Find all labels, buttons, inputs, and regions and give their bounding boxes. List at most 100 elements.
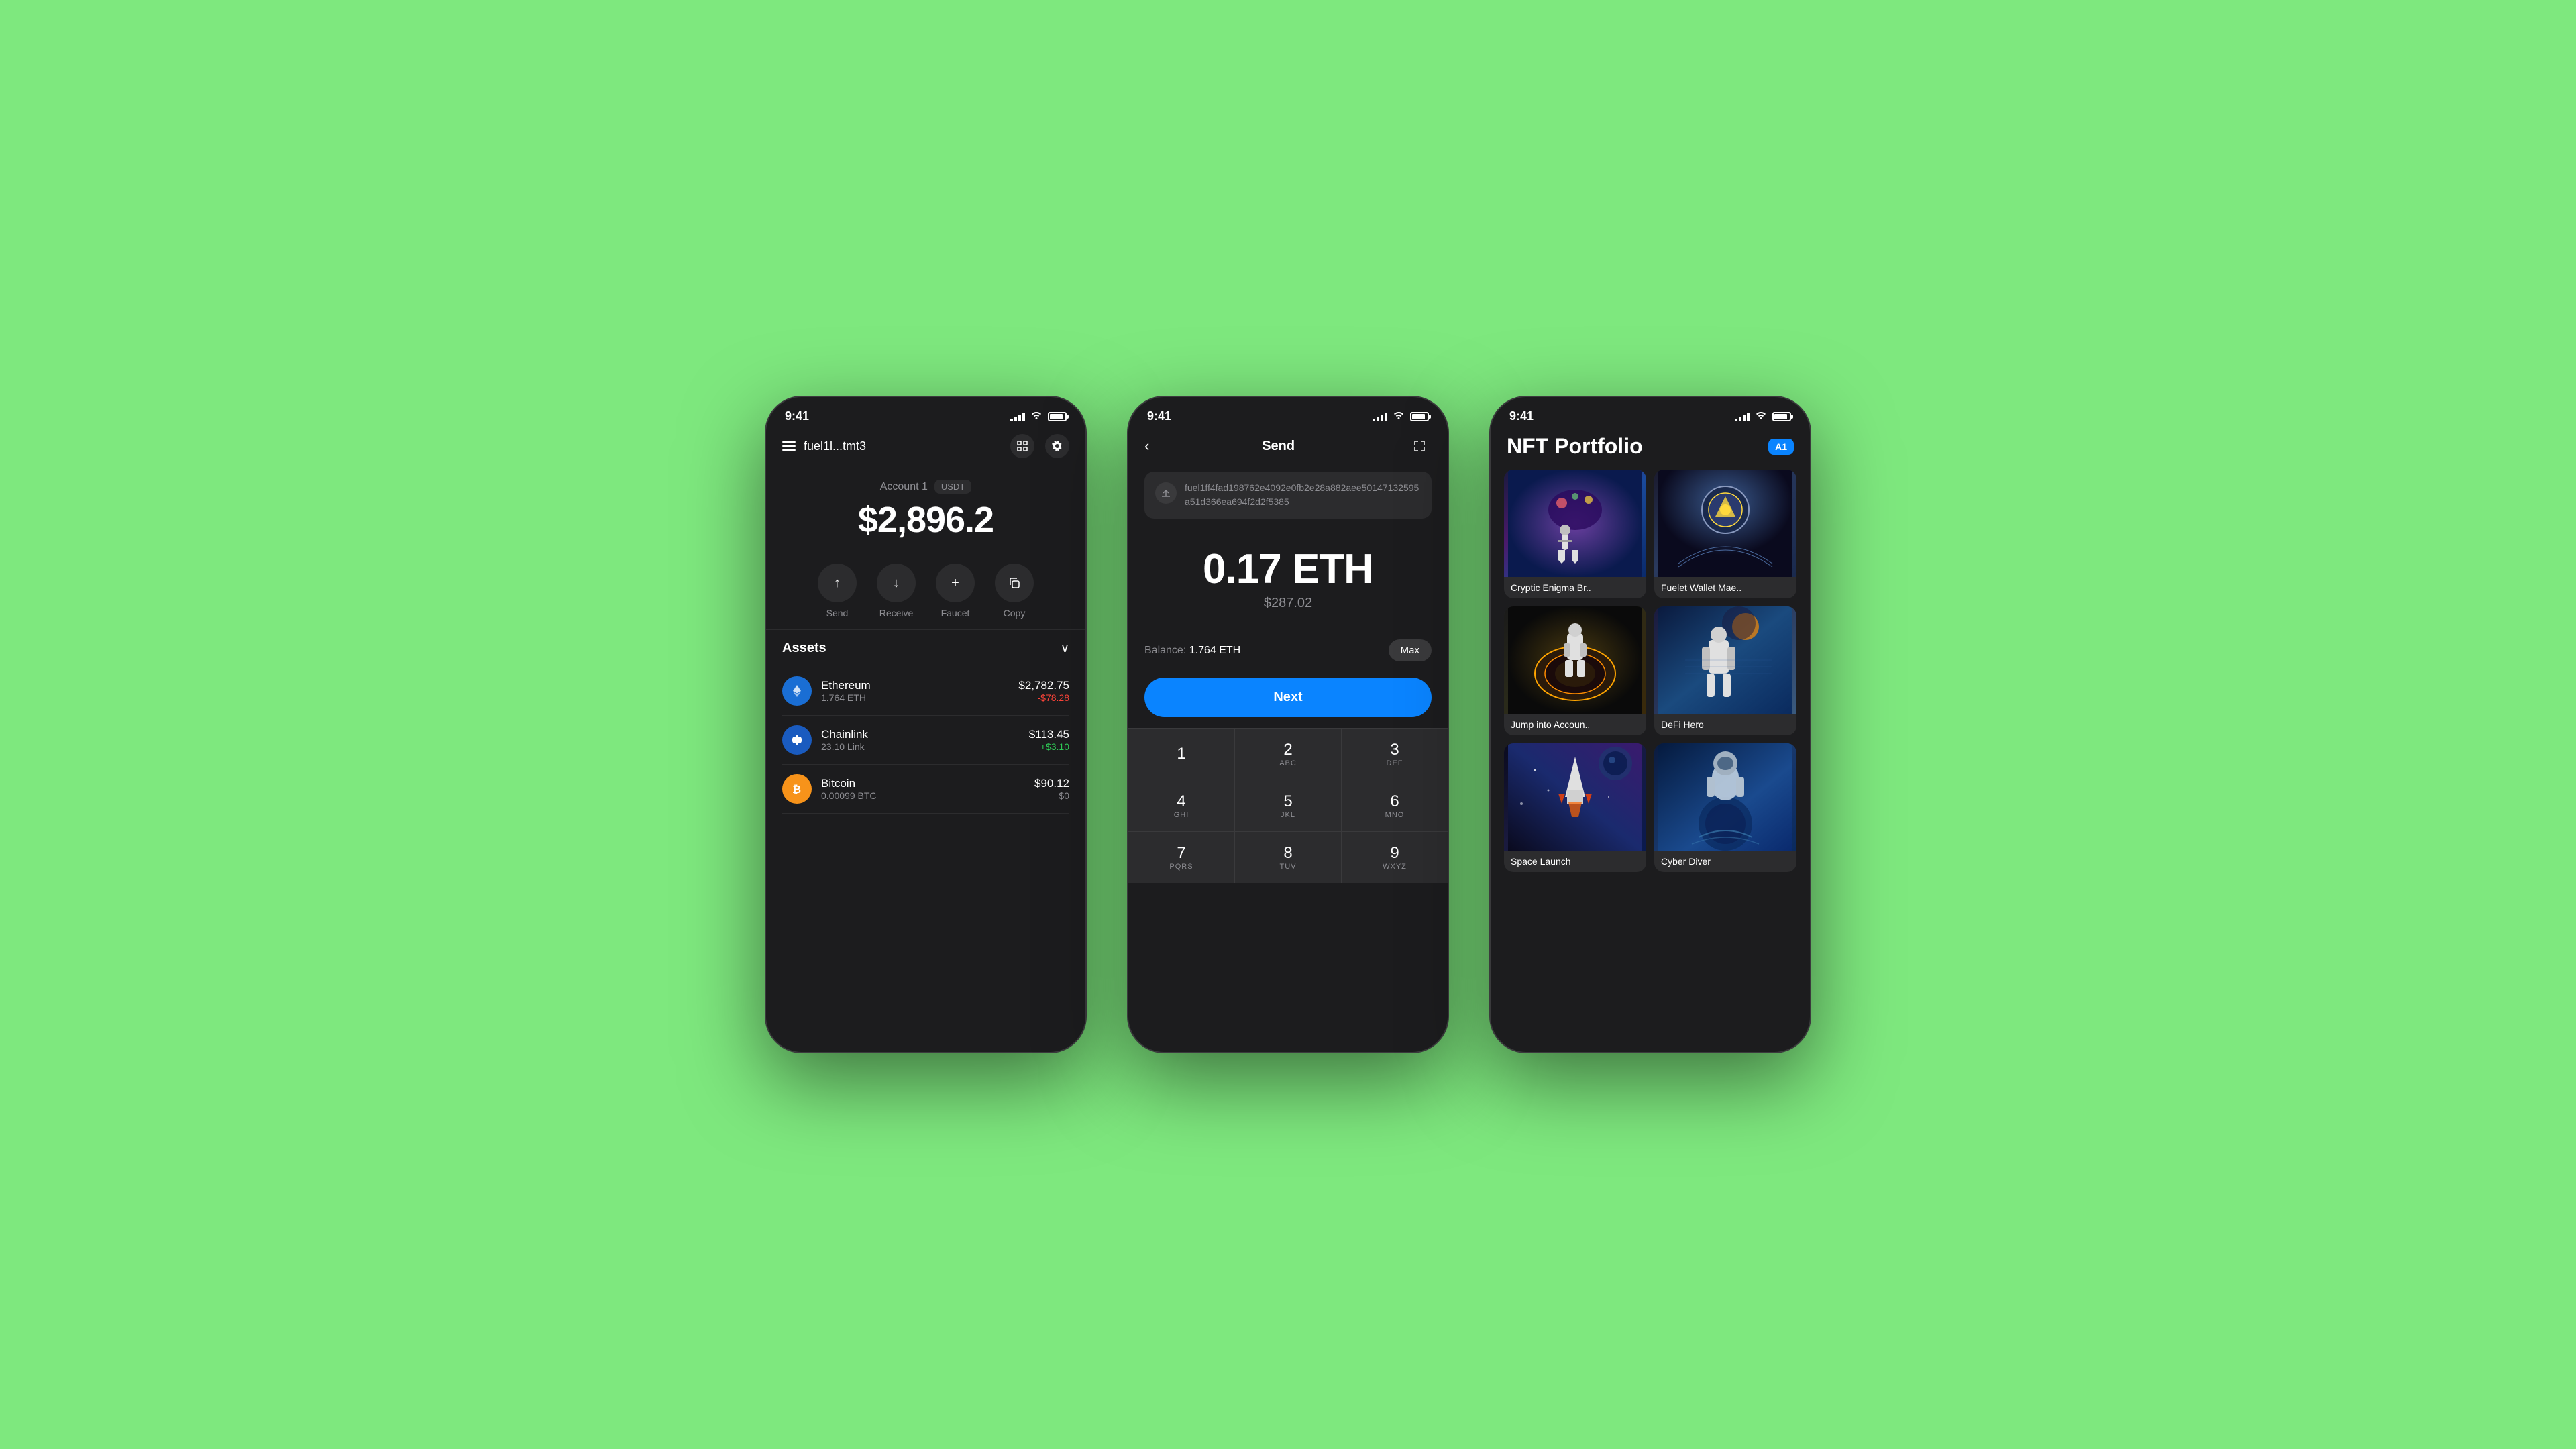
- send-amount: 0.17 ETH: [1128, 545, 1448, 593]
- link-icon: [782, 725, 812, 755]
- faucet-action[interactable]: + Faucet: [936, 564, 975, 619]
- account-label: Account 1 USDT: [766, 480, 1085, 494]
- asset-ethereum[interactable]: Ethereum 1.764 ETH $2,782.75 -$78.28: [782, 667, 1069, 716]
- back-button[interactable]: ‹: [1144, 437, 1149, 455]
- assets-title: Assets: [782, 641, 826, 656]
- nft-item-3[interactable]: Jump into Accoun..: [1504, 606, 1646, 735]
- phone-send: 9:41 ‹ Send: [1127, 396, 1449, 1053]
- signal-icon-2: [1373, 412, 1387, 421]
- settings-button[interactable]: [1045, 434, 1069, 458]
- key-6[interactable]: 6 MNO: [1342, 780, 1448, 831]
- battery-icon-2: [1410, 412, 1429, 421]
- time-3: 9:41: [1509, 409, 1534, 423]
- faucet-label: Faucet: [941, 608, 970, 619]
- faucet-icon: +: [936, 564, 975, 602]
- signal-icon-3: [1735, 412, 1750, 421]
- nft-name-3: Jump into Accoun..: [1504, 714, 1646, 735]
- time-1: 9:41: [785, 409, 809, 423]
- ethereum-price: $2,782.75: [1018, 679, 1069, 692]
- chainlink-price: $113.45: [1029, 728, 1069, 741]
- expand-button[interactable]: [1407, 434, 1432, 458]
- recipient-address: fuel1ff4fad198762e4092e0fb2e28a882aee501…: [1185, 481, 1421, 509]
- wallet-header-left: fuel1l...tmt3: [782, 439, 866, 453]
- key-3[interactable]: 3 DEF: [1342, 729, 1448, 780]
- receive-action[interactable]: ↓ Receive: [877, 564, 916, 619]
- status-bar-3: 9:41: [1491, 397, 1810, 429]
- asset-chainlink[interactable]: Chainlink 23.10 Link $113.45 +$3.10: [782, 716, 1069, 765]
- nft-item-2[interactable]: Fuelet Wallet Mae..: [1654, 470, 1796, 598]
- assets-section: Assets ∨ Ethereum 1.764 ETH $2,782.75: [766, 630, 1085, 824]
- send-action[interactable]: ↑ Send: [818, 564, 857, 619]
- key-1[interactable]: 1: [1128, 729, 1234, 780]
- chainlink-amount: 23.10 Link: [821, 741, 1029, 752]
- ethereum-name: Ethereum: [821, 679, 1018, 692]
- phones-container: 9:41: [711, 342, 1865, 1107]
- key-7[interactable]: 7 PQRS: [1128, 832, 1234, 883]
- nft-image-2: [1654, 470, 1796, 577]
- ethereum-value: $2,782.75 -$78.28: [1018, 679, 1069, 703]
- menu-button[interactable]: [782, 441, 796, 451]
- nft-item-5[interactable]: Space Launch: [1504, 743, 1646, 872]
- time-2: 9:41: [1147, 409, 1171, 423]
- balance-info: Balance: 1.764 ETH: [1144, 645, 1240, 657]
- assets-chevron-icon[interactable]: ∨: [1061, 641, 1069, 655]
- key-5[interactable]: 5 JKL: [1235, 780, 1341, 831]
- send-amount-usd: $287.02: [1128, 596, 1448, 611]
- status-bar-1: 9:41: [766, 397, 1085, 429]
- nft-name-5: Space Launch: [1504, 851, 1646, 872]
- svg-text:₿: ₿: [792, 784, 801, 796]
- asset-bitcoin[interactable]: ₿ Bitcoin 0.00099 BTC $90.12 $0: [782, 765, 1069, 814]
- status-icons-2: [1373, 410, 1429, 423]
- send-icon: ↑: [818, 564, 857, 602]
- copy-label: Copy: [1004, 608, 1026, 619]
- nft-item-6[interactable]: Cyber Diver: [1654, 743, 1796, 872]
- key-8[interactable]: 8 TUV: [1235, 832, 1341, 883]
- key-9[interactable]: 9 WXYZ: [1342, 832, 1448, 883]
- nft-image-5: [1504, 743, 1646, 851]
- chainlink-info: Chainlink 23.10 Link: [821, 728, 1029, 752]
- numpad: 1 2 ABC 3 DEF 4 GHI 5 JKL 6 MNO: [1128, 728, 1448, 883]
- status-icons-3: [1735, 410, 1791, 423]
- copy-action[interactable]: Copy: [995, 564, 1034, 619]
- nft-image-3: [1504, 606, 1646, 714]
- nft-title: NFT Portfolio: [1507, 434, 1643, 459]
- chainlink-change: +$3.10: [1029, 741, 1069, 752]
- next-button[interactable]: Next: [1144, 678, 1432, 717]
- status-bar-2: 9:41: [1128, 397, 1448, 429]
- phone-wallet: 9:41: [765, 396, 1087, 1053]
- receive-label: Receive: [879, 608, 914, 619]
- nft-name-4: DeFi Hero: [1654, 714, 1796, 735]
- wifi-icon-1: [1030, 410, 1042, 423]
- bitcoin-info: Bitcoin 0.00099 BTC: [821, 777, 1034, 801]
- wallet-balance: $2,896.2: [766, 499, 1085, 541]
- upload-icon: [1155, 482, 1177, 504]
- action-buttons: ↑ Send ↓ Receive + Faucet Copy: [766, 547, 1085, 629]
- nft-item-1[interactable]: Cryptic Enigma Br..: [1504, 470, 1646, 598]
- phone-nft: 9:41 NFT Portfolio: [1489, 396, 1811, 1053]
- eth-icon: [782, 676, 812, 706]
- send-label: Send: [826, 608, 849, 619]
- nft-image-6: [1654, 743, 1796, 851]
- bitcoin-value: $90.12 $0: [1034, 777, 1069, 801]
- max-button[interactable]: Max: [1389, 639, 1432, 661]
- battery-icon-3: [1772, 412, 1791, 421]
- nft-item-4[interactable]: DeFi Hero: [1654, 606, 1796, 735]
- bitcoin-amount: 0.00099 BTC: [821, 790, 1034, 801]
- scan-button[interactable]: [1010, 434, 1034, 458]
- nft-grid: Cryptic Enigma Br..: [1491, 470, 1810, 872]
- key-4[interactable]: 4 GHI: [1128, 780, 1234, 831]
- nft-name-2: Fuelet Wallet Mae..: [1654, 577, 1796, 598]
- balance-value: 1.764 ETH: [1189, 645, 1240, 656]
- nft-image-4: [1654, 606, 1796, 714]
- a1-badge: A1: [1768, 439, 1794, 455]
- wifi-icon-3: [1755, 410, 1767, 423]
- balance-row: Balance: 1.764 ETH Max: [1128, 631, 1448, 672]
- assets-header: Assets ∨: [782, 641, 1069, 656]
- send-amount-section: 0.17 ETH $287.02: [1128, 532, 1448, 631]
- account-section: Account 1 USDT $2,896.2: [766, 466, 1085, 547]
- chainlink-name: Chainlink: [821, 728, 1029, 741]
- key-2[interactable]: 2 ABC: [1235, 729, 1341, 780]
- signal-icon-1: [1010, 412, 1025, 421]
- bitcoin-change: $0: [1034, 790, 1069, 801]
- send-title: Send: [1262, 439, 1295, 454]
